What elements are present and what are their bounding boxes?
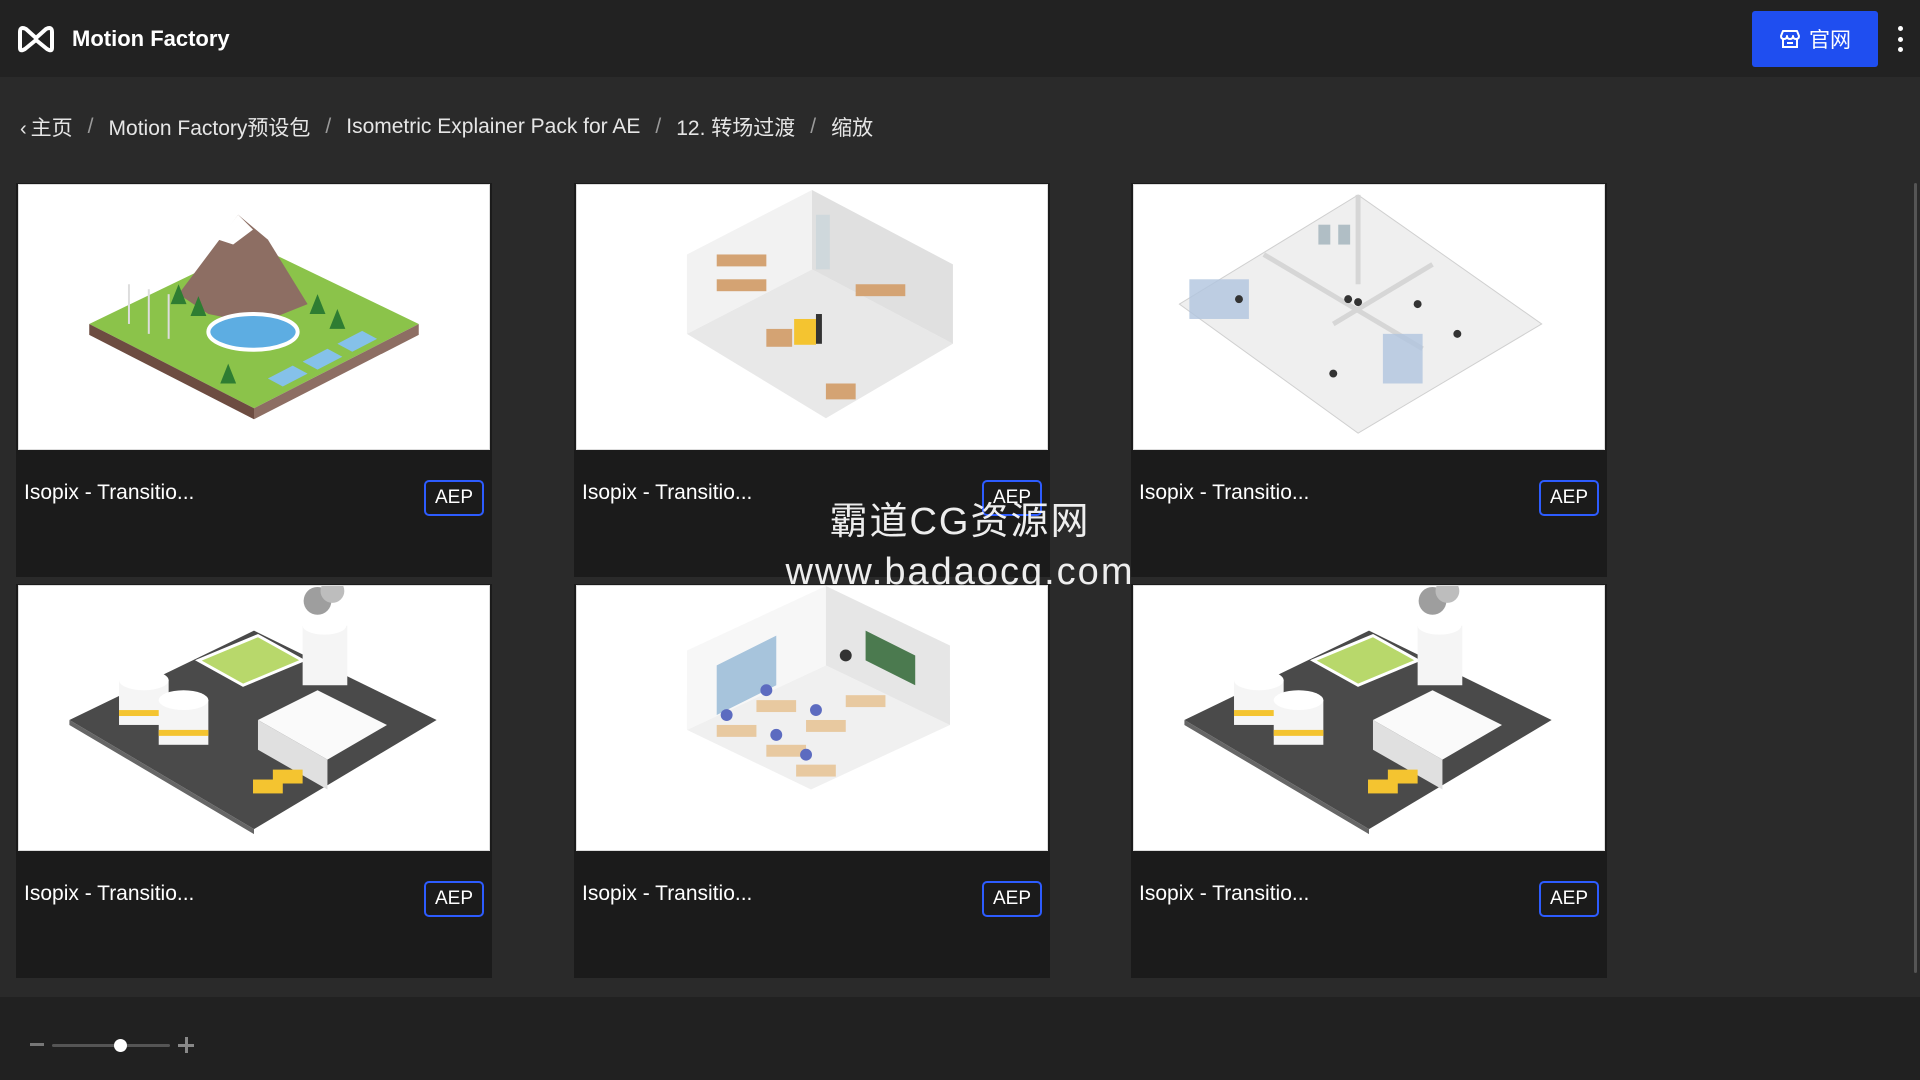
asset-card[interactable]: Isopix - Transitio... AEP <box>574 584 1050 978</box>
mountain-landscape-image <box>89 214 419 420</box>
asset-thumbnail <box>576 184 1048 450</box>
aep-badge: AEP <box>423 881 484 917</box>
scrollbar[interactable] <box>1914 183 1917 973</box>
more-menu-icon[interactable] <box>1890 26 1910 52</box>
motion-factory-logo-icon <box>18 26 54 53</box>
breadcrumb: ‹ 主页 / Motion Factory预设包 / Isometric Expl… <box>20 112 873 142</box>
footer-bar <box>0 997 1920 1080</box>
asset-card[interactable]: Isopix - Transitio... AEP <box>16 584 492 978</box>
aep-badge: AEP <box>981 881 1042 917</box>
asset-title: Isopix - Transitio... <box>24 882 195 905</box>
asset-card[interactable]: Isopix - Transitio... AEP <box>16 183 492 577</box>
asset-title: Isopix - Transitio... <box>1139 481 1310 504</box>
breadcrumb-preset-pack[interactable]: Motion Factory预设包 <box>109 112 311 142</box>
zoom-slider-handle[interactable] <box>113 1039 127 1052</box>
official-site-button[interactable]: 官网 <box>1752 11 1878 67</box>
zoom-out-icon[interactable] <box>30 1043 44 1046</box>
office-scene-image <box>1178 194 1543 434</box>
asset-thumbnail <box>1133 585 1605 851</box>
zoom-control <box>30 1035 200 1055</box>
breadcrumb-isometric-pack[interactable]: Isometric Explainer Pack for AE <box>346 115 640 139</box>
breadcrumb-zoom[interactable]: 缩放 <box>831 112 873 142</box>
asset-card[interactable]: Isopix - Transitio... AEP <box>1131 584 1607 978</box>
top-bar: Motion Factory 官网 <box>0 0 1920 77</box>
asset-title: Isopix - Transitio... <box>582 882 753 905</box>
breadcrumb-separator: / <box>87 115 94 138</box>
asset-title: Isopix - Transitio... <box>582 481 753 504</box>
official-site-label: 官网 <box>1809 29 1851 52</box>
asset-thumbnail <box>1133 184 1605 450</box>
asset-thumbnail <box>18 585 490 851</box>
asset-thumbnail <box>18 184 490 450</box>
app-title: Motion Factory <box>72 26 230 51</box>
watermark: 霸道CG资源网 www.badaocg.com <box>770 490 1150 594</box>
factory-scene-image <box>69 586 437 835</box>
watermark-line-1: 霸道CG资源网 <box>829 501 1091 543</box>
asset-title: Isopix - Transitio... <box>1139 882 1310 905</box>
breadcrumb-separator: / <box>810 115 817 138</box>
breadcrumb-home[interactable]: ‹ 主页 <box>20 112 73 142</box>
breadcrumb-transitions[interactable]: 12. 转场过渡 <box>676 112 795 142</box>
aep-badge: AEP <box>1538 480 1599 516</box>
aep-badge: AEP <box>1538 881 1599 917</box>
classroom-scene-image <box>686 586 950 790</box>
zoom-in-icon[interactable] <box>178 1037 194 1053</box>
asset-card[interactable]: Isopix - Transitio... AEP <box>1131 183 1607 577</box>
aep-badge: AEP <box>423 480 484 516</box>
warehouse-scene-image <box>686 189 953 419</box>
zoom-slider-track[interactable] <box>52 1044 170 1047</box>
store-icon <box>1780 30 1800 48</box>
watermark-line-2: www.badaocg.com <box>785 551 1135 593</box>
breadcrumb-separator: / <box>325 115 332 138</box>
chevron-left-icon: ‹ <box>20 118 27 140</box>
asset-thumbnail <box>576 585 1048 851</box>
factory-scene-image <box>1184 586 1552 835</box>
breadcrumb-separator: / <box>655 115 662 138</box>
asset-title: Isopix - Transitio... <box>24 481 195 504</box>
